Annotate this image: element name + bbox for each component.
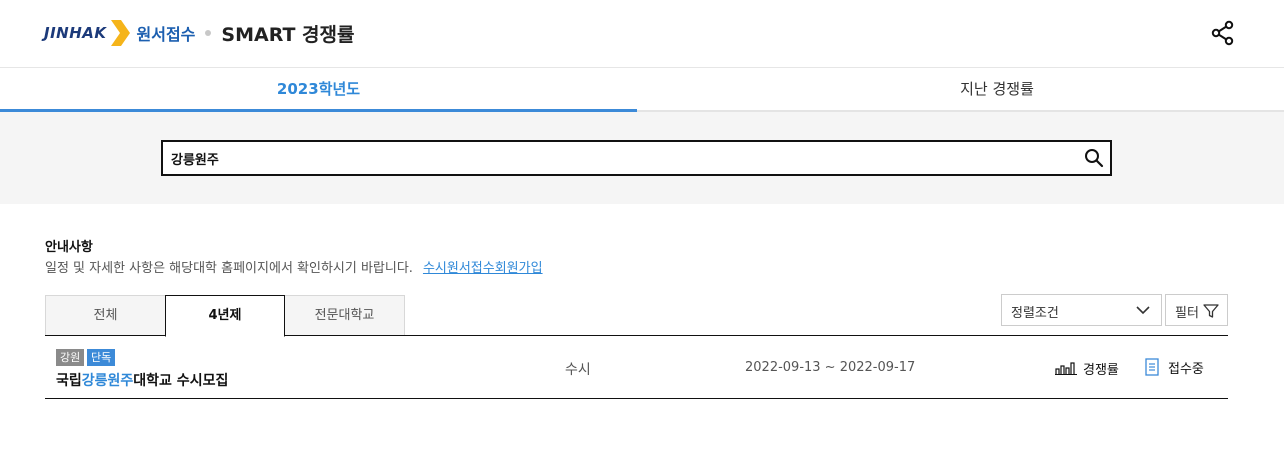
- notice-text: 일정 및 자세한 사항은 해당대학 홈페이지에서 확인하시기 바랍니다. 수시원서…: [45, 257, 543, 276]
- name-prefix: 국립: [56, 373, 82, 389]
- share-icon[interactable]: [1210, 20, 1236, 46]
- result-row: 강원 단독 국립강릉원주대학교 수시모집 수시 2022-09-13 ~ 202…: [45, 336, 1228, 399]
- admission-type: 수시: [565, 362, 591, 378]
- service-name: 원서접수: [136, 25, 196, 44]
- tab-junior-college[interactable]: 전문대학교: [284, 295, 405, 336]
- app-header: JINHAK 원서접수 SMART 경쟁률: [0, 0, 1284, 68]
- status-label: 접수중: [1168, 361, 1204, 377]
- tab-past-rates[interactable]: 지난 경쟁률: [637, 69, 1284, 110]
- name-highlight: 강릉원주: [81, 373, 134, 389]
- name-suffix: 대학교 수시모집: [133, 373, 229, 389]
- logo-text: JINHAK: [44, 24, 107, 42]
- rate-button[interactable]: 경쟁률: [1055, 358, 1119, 378]
- filter-label: 필터: [1175, 306, 1199, 321]
- admission-period: 2022-09-13 ~ 2022-09-17: [745, 360, 916, 375]
- separator-dot: [205, 30, 212, 36]
- chevron-down-icon: [1136, 306, 1150, 315]
- page-title: SMART 경쟁률: [221, 23, 355, 46]
- tab-2023[interactable]: 2023학년도: [0, 69, 637, 112]
- apply-status-button[interactable]: 접수중: [1145, 357, 1204, 377]
- document-icon: [1145, 358, 1159, 376]
- bar-chart-icon: [1055, 362, 1077, 375]
- year-tab-bar: 2023학년도 지난 경쟁률: [0, 69, 1284, 112]
- single-badge: 단독: [87, 349, 116, 366]
- filter-icon: [1203, 304, 1219, 318]
- tab-all[interactable]: 전체: [45, 295, 166, 336]
- logo-arrow-icon: [110, 20, 130, 46]
- sort-label: 정렬조건: [1011, 306, 1059, 321]
- search-icon[interactable]: [1084, 148, 1104, 168]
- notice-title: 안내사항: [45, 240, 93, 255]
- jinhak-logo[interactable]: JINHAK 원서접수 SMART 경쟁률: [44, 17, 355, 49]
- rate-label: 경쟁률: [1083, 362, 1119, 378]
- region-badge: 강원: [56, 349, 85, 366]
- filter-button[interactable]: 필터: [1165, 294, 1228, 326]
- notice-body: 일정 및 자세한 사항은 해당대학 홈페이지에서 확인하시기 바랍니다.: [45, 261, 413, 276]
- tab-4year[interactable]: 4년제: [165, 295, 285, 337]
- search-input[interactable]: [171, 142, 1071, 174]
- search-box: [161, 140, 1112, 176]
- university-name[interactable]: 국립강릉원주대학교 수시모집: [56, 370, 228, 390]
- signup-link[interactable]: 수시원서접수회원가입: [423, 261, 543, 276]
- sort-select[interactable]: 정렬조건: [1001, 294, 1162, 326]
